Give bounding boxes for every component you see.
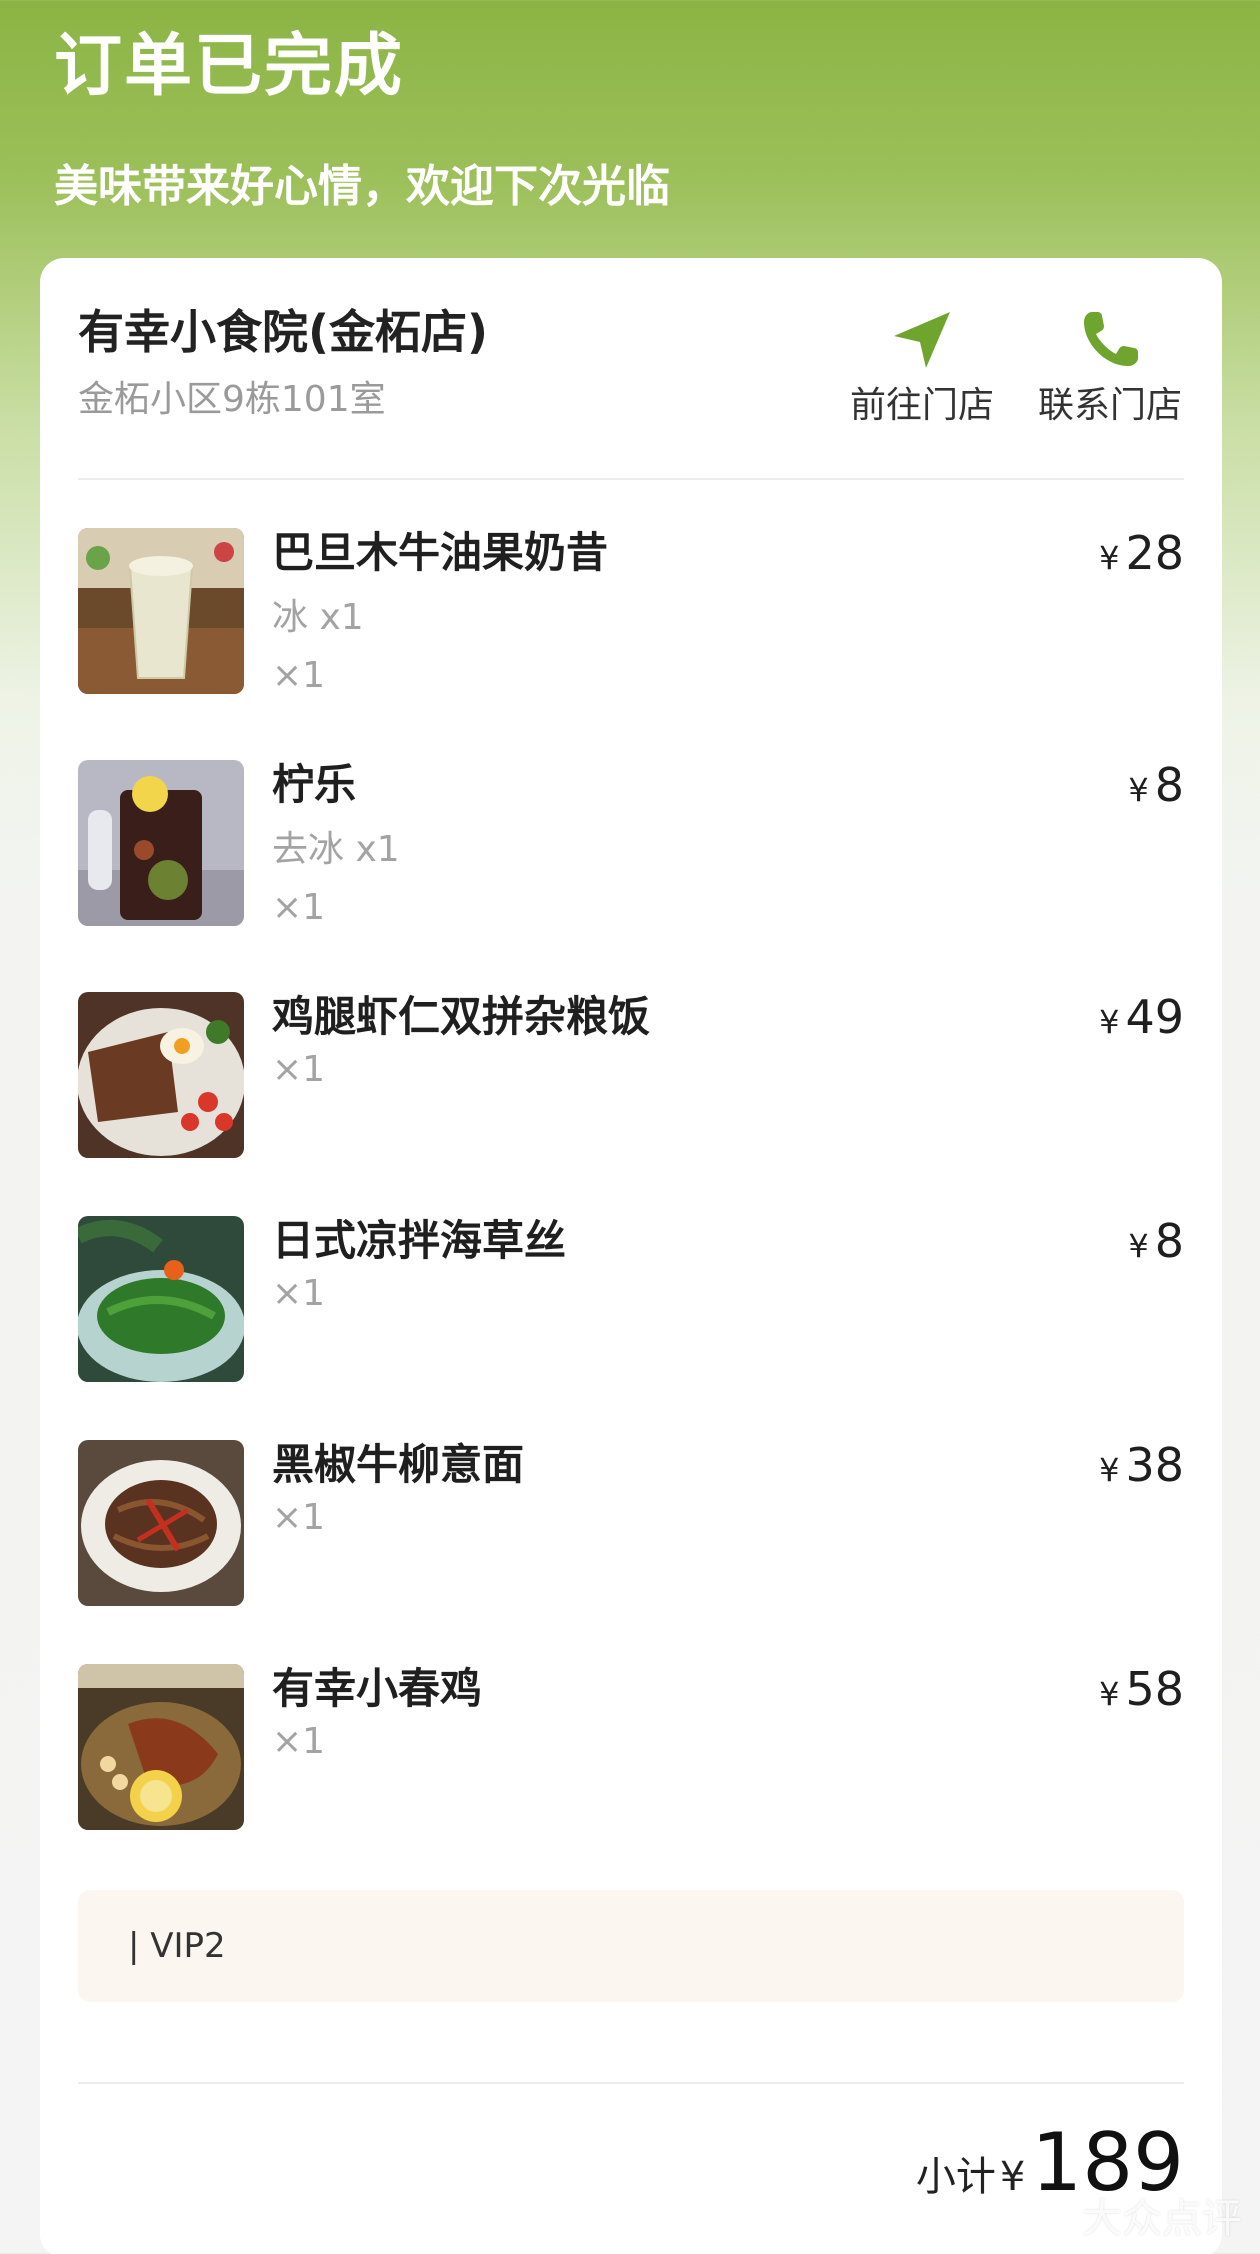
item-thumbnail: [78, 1664, 244, 1830]
item-price-value: 58: [1125, 1662, 1184, 1716]
currency-symbol: ¥: [1128, 771, 1149, 809]
item-price: ¥58: [1099, 1662, 1184, 1721]
subtotal-divider: [78, 2082, 1184, 2084]
watermark: 大众点评: [1082, 2196, 1242, 2242]
currency-symbol: ¥: [1099, 1003, 1120, 1041]
subtotal-label: 小计: [915, 2154, 996, 2200]
item-name: 巴旦木牛油果奶昔: [272, 528, 609, 577]
item-price-value: 38: [1125, 1438, 1184, 1492]
order-card: 有幸小食院(金柘店) 金柘小区9栋101室 前往门店 联系门店 巴旦木牛油果奶昔…: [40, 258, 1222, 2254]
contact-store-button[interactable]: 联系门店: [1032, 304, 1188, 430]
order-items-list: 巴旦木牛油果奶昔 ¥28 冰 x1 ×1 柠乐 ¥8 去冰 x1 ×1 鸡腿虾仁…: [78, 526, 1184, 1888]
order-status-subtitle: 美味带来好心情，欢迎下次光临: [54, 161, 670, 212]
item-thumbnail: [78, 528, 244, 694]
navigate-to-store-button[interactable]: 前往门店: [844, 304, 1000, 430]
item-name: 日式凉拌海草丝: [272, 1216, 567, 1265]
store-divider: [78, 478, 1184, 480]
item-quantity: ×1: [272, 1273, 326, 1314]
item-price: ¥8: [1128, 1214, 1184, 1273]
currency-symbol: ¥: [1128, 1227, 1149, 1265]
item-thumbnail: [78, 1216, 244, 1382]
order-status-title: 订单已完成: [54, 27, 405, 106]
item-quantity: ×1: [272, 1049, 326, 1090]
store-info: 有幸小食院(金柘店) 金柘小区9栋101室 前往门店 联系门店: [78, 304, 1188, 426]
navigation-arrow-icon: [844, 304, 1000, 376]
order-item[interactable]: 巴旦木牛油果奶昔 ¥28 冰 x1 ×1: [78, 526, 1184, 760]
item-quantity: ×1: [272, 1721, 326, 1762]
vip-info: | VIP2: [78, 1890, 1184, 2002]
item-thumbnail: [78, 1440, 244, 1606]
item-price-value: 8: [1154, 1214, 1184, 1268]
item-price: ¥38: [1099, 1438, 1184, 1497]
item-price-value: 49: [1125, 990, 1184, 1044]
order-item[interactable]: 有幸小春鸡 ¥58 ×1: [78, 1662, 1184, 1888]
item-spec: 去冰 x1: [272, 829, 400, 870]
item-quantity: ×1: [272, 887, 326, 928]
item-quantity: ×1: [272, 655, 326, 696]
order-item[interactable]: 日式凉拌海草丝 ¥8 ×1: [78, 1214, 1184, 1440]
item-price: ¥49: [1099, 990, 1184, 1049]
item-name: 鸡腿虾仁双拼杂粮饭: [272, 992, 651, 1041]
order-item[interactable]: 黑椒牛柳意面 ¥38 ×1: [78, 1438, 1184, 1664]
currency-symbol: ¥: [999, 2154, 1026, 2200]
item-price: ¥8: [1128, 758, 1184, 817]
item-name: 柠乐: [272, 760, 357, 809]
vip-level: | VIP2: [128, 1926, 226, 1966]
order-item[interactable]: 柠乐 ¥8 去冰 x1 ×1: [78, 758, 1184, 992]
order-status-header: 订单已完成 美味带来好心情，欢迎下次光临: [54, 24, 1214, 224]
item-price: ¥28: [1099, 526, 1184, 585]
navigate-label: 前往门店: [849, 385, 994, 426]
item-thumbnail: [78, 992, 244, 1158]
contact-label: 联系门店: [1037, 385, 1182, 426]
store-actions: 前往门店 联系门店: [844, 304, 1188, 430]
item-price-value: 8: [1154, 758, 1184, 812]
currency-symbol: ¥: [1099, 539, 1120, 577]
currency-symbol: ¥: [1099, 1451, 1120, 1489]
item-name: 有幸小春鸡: [272, 1664, 483, 1713]
item-spec: 冰 x1: [272, 597, 364, 638]
item-quantity: ×1: [272, 1497, 326, 1538]
phone-icon: [1032, 304, 1188, 376]
order-item[interactable]: 鸡腿虾仁双拼杂粮饭 ¥49 ×1: [78, 990, 1184, 1216]
item-name: 黑椒牛柳意面: [272, 1440, 525, 1489]
item-thumbnail: [78, 760, 244, 926]
item-price-value: 28: [1125, 526, 1184, 580]
currency-symbol: ¥: [1099, 1675, 1120, 1713]
